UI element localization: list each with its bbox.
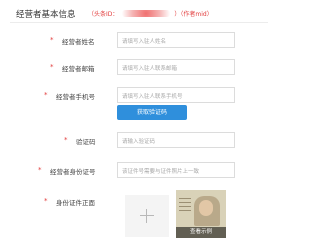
form-row-name: * 经营者姓名 请填写入驻人姓名: [0, 32, 272, 50]
phone-input[interactable]: 请填写入驻人联系手机号: [117, 87, 235, 103]
redacted-id: [122, 10, 171, 17]
required-mark: *: [44, 197, 48, 205]
form-row-code: * 验证码 请输入验证码: [0, 132, 272, 150]
form-row-id-number: * 经营者身份证号 该证件号需要与证件照片上一致: [0, 162, 272, 180]
required-mark: *: [38, 166, 42, 174]
verification-code-input[interactable]: 请输入验证码: [117, 132, 235, 148]
field-label-id-number: 经营者身份证号: [50, 168, 96, 176]
section-subtitle: （头条ID： ）（作者mid）: [88, 9, 213, 18]
subtitle-suffix: ）（作者mid）: [174, 11, 213, 18]
phone-placeholder: 请填写入驻人联系手机号: [122, 94, 183, 100]
view-sample-link[interactable]: 查看示例: [176, 227, 226, 238]
required-mark: *: [44, 91, 48, 99]
section-title: 经营者基本信息: [16, 10, 76, 20]
plus-icon: [140, 215, 154, 216]
form-row-email: * 经营者邮箱 请填写入驻人联系邮箱: [0, 59, 272, 77]
id-card-face: [199, 200, 213, 216]
field-label-id-front: 身份证件正面: [56, 199, 95, 207]
id-sample-thumbnail[interactable]: 查看示例: [176, 190, 226, 238]
id-card-text-lines: [179, 198, 191, 199]
field-label-phone: 经营者手机号: [56, 93, 95, 101]
divider: [10, 22, 268, 23]
required-mark: *: [64, 136, 68, 144]
field-label-name: 经营者姓名: [62, 38, 95, 46]
get-verification-code-button[interactable]: 获取验证码: [117, 105, 187, 120]
name-input[interactable]: 请填写入驻人姓名: [117, 32, 235, 48]
email-input[interactable]: 请填写入驻人联系邮箱: [117, 59, 235, 75]
field-label-code: 验证码: [76, 138, 96, 146]
name-placeholder: 请填写入驻人姓名: [122, 39, 167, 45]
plus-icon-vertical: [146, 209, 147, 223]
form-row-phone: * 经营者手机号 请填写入驻人联系手机号: [0, 87, 272, 105]
section-header: 经营者基本信息 （头条ID： ）（作者mid）: [0, 0, 272, 24]
code-placeholder: 请输入验证码: [122, 139, 156, 145]
id-number-placeholder: 该证件号需要与证件照片上一致: [122, 169, 200, 175]
id-number-input[interactable]: 该证件号需要与证件照片上一致: [117, 162, 235, 178]
subtitle-prefix: （头条ID：: [88, 11, 119, 18]
required-mark: *: [50, 63, 54, 71]
email-placeholder: 请填写入驻人联系邮箱: [122, 66, 178, 72]
field-label-email: 经营者邮箱: [62, 65, 95, 73]
id-front-upload[interactable]: [125, 195, 169, 237]
required-mark: *: [50, 36, 54, 44]
